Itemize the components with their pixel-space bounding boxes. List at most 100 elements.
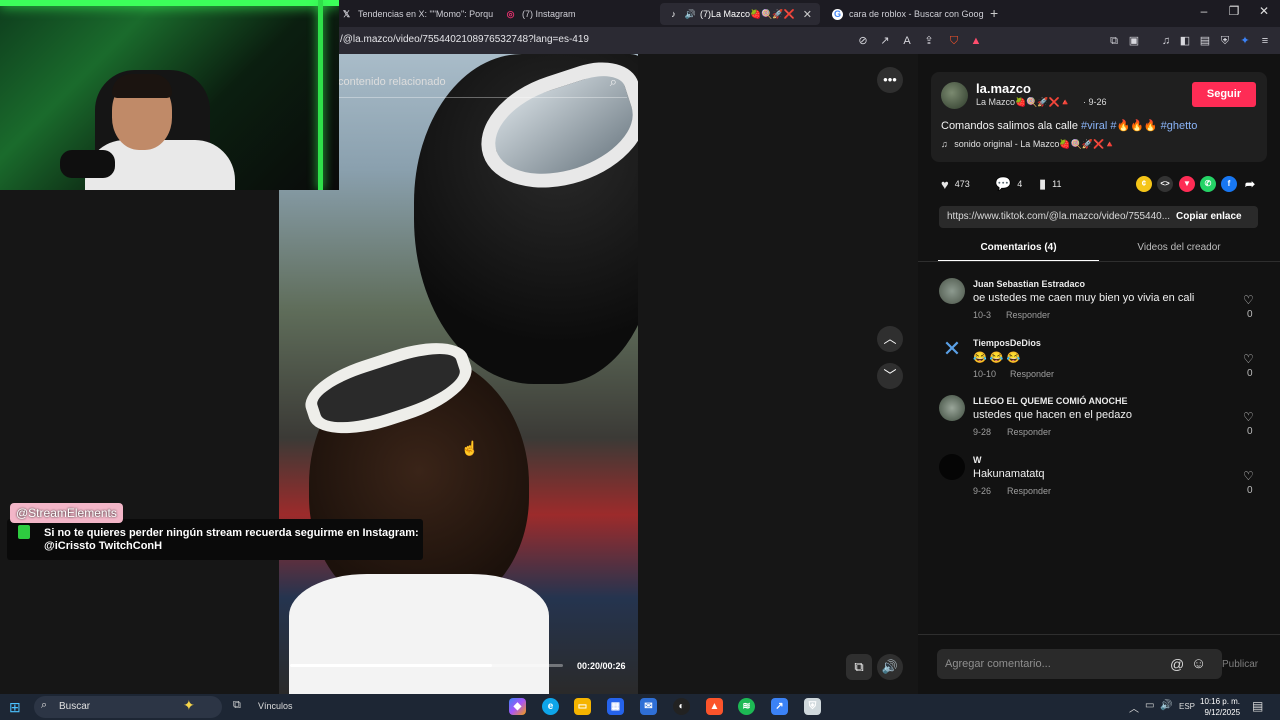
windows-start-icon[interactable]: ⊞	[9, 699, 21, 716]
menu-icon[interactable]: ≡	[1257, 33, 1273, 49]
pip-icon[interactable]: ⧉	[846, 654, 872, 680]
commenter-avatar[interactable]: ✕	[939, 336, 965, 362]
taskbar-clock[interactable]: 10:16 p. m. 9/12/2025	[1200, 696, 1240, 718]
mail-icon[interactable]: ✉	[640, 698, 657, 715]
reply-link[interactable]: Responder	[1007, 486, 1051, 496]
volume-icon[interactable]: 🔊	[877, 654, 903, 680]
share-page-icon[interactable]: ⇪	[921, 33, 937, 49]
comment-heart-icon[interactable]: ♡	[1243, 469, 1254, 483]
more-options-icon[interactable]: •••	[877, 67, 903, 93]
shield-app-icon[interactable]: ⛨	[804, 698, 821, 715]
tab-tiktok[interactable]: ♪ 🔊 (7)La Mazco🍓🍭🚀❌🔺 ( ✕	[660, 3, 820, 25]
tab-x-trends[interactable]: 𝕏 Tendencias en X: ""Momo": Porque n	[333, 3, 493, 25]
coin-icon[interactable]: ¢	[1136, 176, 1152, 192]
commenter-name[interactable]: LLEGO EL QUEME COMIÓ ANOCHE	[973, 396, 1128, 406]
wallet-icon[interactable]: ▤	[1197, 33, 1213, 49]
like-stat[interactable]: ♥ 473	[941, 176, 970, 192]
send-icon[interactable]: ▼	[1179, 176, 1195, 192]
notification-icon[interactable]: ▤	[1252, 699, 1263, 713]
tray-chevron-icon[interactable]: ︿	[1129, 700, 1139, 715]
video-link[interactable]: https://www.tiktok.com/@la.mazco/video/7…	[947, 211, 1172, 222]
volume-tray-icon[interactable]: 🔊	[1160, 700, 1172, 711]
minimize-icon[interactable]: –	[1194, 4, 1214, 18]
creator-username[interactable]: la.mazco	[976, 81, 1031, 96]
sound-label: sonido original - La Mazco🍓🍭🚀❌🔺	[954, 139, 1116, 149]
chevron-down-icon[interactable]: ﹀	[877, 363, 903, 389]
translate-icon[interactable]: A	[899, 33, 915, 49]
copilot-icon[interactable]: ◆	[509, 698, 526, 715]
task-view-icon[interactable]: ⧉	[233, 699, 241, 712]
embed-icon[interactable]: <>	[1157, 176, 1173, 192]
store-icon[interactable]: ▦	[607, 698, 624, 715]
no-tracking-icon[interactable]: ⊘	[855, 33, 871, 49]
related-search[interactable]: contenido relacionado ⌕	[338, 68, 627, 98]
caption-hashtags[interactable]: #viral #🔥🔥🔥 #ghetto	[1081, 120, 1197, 132]
reply-link[interactable]: Responder	[1006, 310, 1050, 320]
restore-icon[interactable]: ❐	[1224, 4, 1244, 18]
links-toolbar[interactable]: Vínculos	[258, 701, 293, 711]
creator-avatar[interactable]	[941, 82, 968, 109]
bookmark-icon[interactable]: ▮	[1039, 176, 1046, 192]
comment-bubble-icon[interactable]: 💬	[995, 176, 1011, 192]
commenter-name[interactable]: TiemposDeDios	[973, 338, 1041, 348]
video-progress-bar[interactable]	[290, 664, 563, 667]
sidebar-icon[interactable]: ◧	[1177, 33, 1193, 49]
whatsapp-icon[interactable]: ✆	[1200, 176, 1216, 192]
open-external-icon[interactable]: ↗	[877, 33, 893, 49]
new-tab-icon[interactable]: +	[990, 5, 998, 21]
vpn-icon[interactable]: ⛨	[1217, 33, 1233, 49]
commenter-avatar[interactable]	[939, 395, 965, 421]
extensions-icon[interactable]: ⧉	[1106, 33, 1122, 49]
speaker-icon[interactable]: 🔊	[685, 9, 696, 20]
commenter-avatar[interactable]	[939, 454, 965, 480]
reply-link[interactable]: Responder	[1007, 427, 1051, 437]
brave-icon[interactable]: ▲	[706, 698, 723, 715]
rewards-icon[interactable]: ▲	[968, 33, 984, 49]
screenshot-icon[interactable]: ▣	[1126, 33, 1142, 49]
network-icon[interactable]: ▭	[1145, 700, 1154, 711]
close-tab-icon[interactable]: ✕	[803, 8, 812, 21]
commenter-name[interactable]: Juan Sebastian Estradaco	[973, 279, 1085, 289]
search-icon[interactable]: ⌕	[610, 74, 617, 90]
tab-comments[interactable]: Comentarios (4)	[938, 236, 1099, 262]
edge-icon[interactable]: e	[542, 698, 559, 715]
tab-creator-videos[interactable]: Videos del creador	[1099, 236, 1259, 262]
creator-display-name: La Mazco🍓🍭🚀❌🔺	[976, 97, 1072, 107]
pinned-app-icon[interactable]: ↗	[771, 698, 788, 715]
mention-icon[interactable]: @	[1170, 656, 1184, 672]
copilot-sparkle-icon[interactable]: ✦	[183, 697, 195, 714]
commenter-name[interactable]: W	[973, 455, 982, 465]
media-icon[interactable]: ♫	[1158, 33, 1174, 49]
x-logo-icon: 𝕏	[342, 8, 351, 19]
commenter-avatar[interactable]	[939, 278, 965, 304]
divider	[918, 261, 1280, 262]
app-icon[interactable]: ◐	[673, 698, 690, 715]
language-indicator[interactable]: ESP	[1179, 702, 1195, 711]
url-field[interactable]: /@la.mazco/video/7554402108976532748?lan…	[340, 34, 589, 45]
publish-button[interactable]: Publicar	[1222, 659, 1258, 670]
emoji-icon[interactable]: ☺	[1191, 655, 1206, 672]
brave-shield-icon[interactable]: ⛉	[946, 33, 962, 49]
extension-blue-icon[interactable]: ✦	[1237, 33, 1253, 49]
copy-link-button[interactable]: Copiar enlace	[1176, 211, 1242, 222]
tab-instagram[interactable]: ◎ (7) Instagram	[497, 3, 652, 25]
tab-google[interactable]: G cara de roblox - Buscar con Google	[824, 3, 984, 25]
spotify-icon[interactable]: ≋	[738, 698, 755, 715]
comment-stat[interactable]: 💬 4	[995, 176, 1022, 192]
reply-link[interactable]: Responder	[1010, 369, 1054, 379]
facebook-icon[interactable]: f	[1221, 176, 1237, 192]
comment-heart-icon[interactable]: ♡	[1243, 293, 1254, 307]
save-stat[interactable]: ▮ 11	[1039, 176, 1062, 192]
chevron-up-icon[interactable]: ︿	[877, 326, 903, 352]
sound-row[interactable]: ♫ sonido original - La Mazco🍓🍭🚀❌🔺	[941, 139, 1115, 150]
chat-badge-icon	[18, 525, 30, 539]
window-close-icon[interactable]: ✕	[1254, 4, 1274, 18]
clock-date: 9/12/2025	[1204, 708, 1241, 717]
share-arrow-icon[interactable]: ➦	[1242, 176, 1258, 192]
follow-button[interactable]: Seguir	[1192, 82, 1256, 107]
comment-heart-icon[interactable]: ♡	[1243, 352, 1254, 366]
comment-placeholder[interactable]: Agregar comentario...	[945, 658, 1051, 670]
comment-heart-icon[interactable]: ♡	[1243, 410, 1254, 424]
file-explorer-icon[interactable]: ▭	[574, 698, 591, 715]
heart-icon[interactable]: ♥	[941, 177, 949, 192]
